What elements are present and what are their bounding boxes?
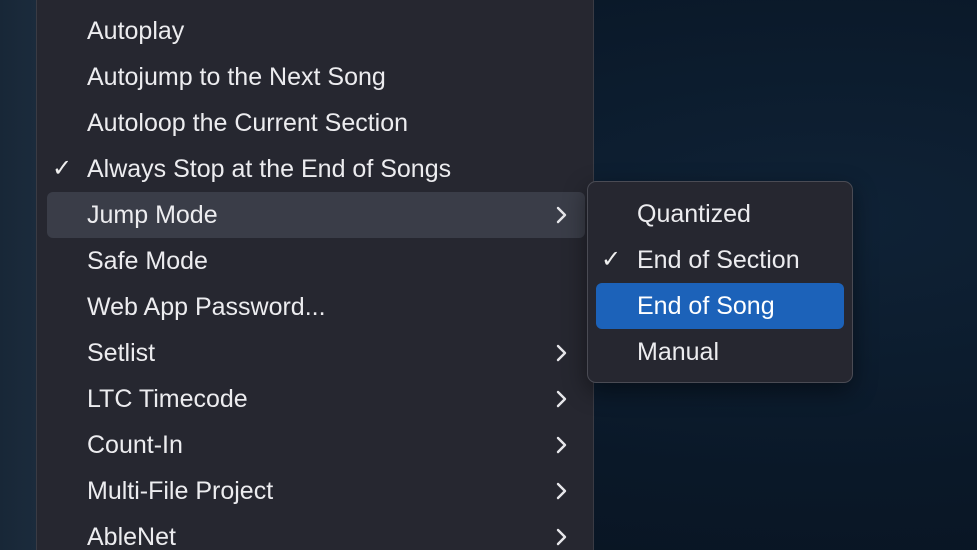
chevron-right-icon xyxy=(551,435,571,455)
checkmark-icon: ✓ xyxy=(601,246,622,273)
menu-item-always-stop-end-of-songs[interactable]: ✓ Always Stop at the End of Songs xyxy=(47,146,585,192)
chevron-right-icon xyxy=(551,389,571,409)
submenu-item-quantized[interactable]: Quantized xyxy=(596,191,844,237)
menu-item-count-in[interactable]: Count-In xyxy=(47,422,585,468)
menu-item-label: Web App Password... xyxy=(87,293,326,321)
chevron-right-icon xyxy=(551,481,571,501)
submenu-item-label: Manual xyxy=(637,338,719,366)
window-edge xyxy=(0,0,36,550)
menu-item-label: Autoplay xyxy=(87,17,185,45)
submenu-item-end-of-section[interactable]: ✓ End of Section xyxy=(596,237,844,283)
menu-item-multi-file-project[interactable]: Multi-File Project xyxy=(47,468,585,514)
menu-item-autoloop-current-section[interactable]: Autoloop the Current Section xyxy=(47,100,585,146)
menu-item-label: Safe Mode xyxy=(87,247,208,275)
menu-item-autoplay[interactable]: Autoplay xyxy=(47,8,585,54)
menu-item-label: LTC Timecode xyxy=(87,385,248,413)
menu-item-label: AbleNet xyxy=(87,523,176,550)
menu-item-label: Autoloop the Current Section xyxy=(87,109,409,137)
submenu-item-label: Quantized xyxy=(637,200,751,228)
menu-item-label: Setlist xyxy=(87,339,156,367)
checkmark-icon: ✓ xyxy=(52,155,73,182)
chevron-right-icon xyxy=(551,205,571,225)
menu-item-ablenet[interactable]: AbleNet xyxy=(47,514,585,550)
menu-item-web-app-password[interactable]: Web App Password... xyxy=(47,284,585,330)
menu-item-jump-mode[interactable]: Jump Mode xyxy=(47,192,585,238)
menu-item-label: Jump Mode xyxy=(87,201,218,229)
main-menu: Autoplay Autojump to the Next Song Autol… xyxy=(36,0,594,550)
submenu-item-manual[interactable]: Manual xyxy=(596,329,844,375)
submenu-item-end-of-song[interactable]: End of Song xyxy=(596,283,844,329)
menu-item-ltc-timecode[interactable]: LTC Timecode xyxy=(47,376,585,422)
menu-item-safe-mode[interactable]: Safe Mode xyxy=(47,238,585,284)
chevron-right-icon xyxy=(551,343,571,363)
menu-item-setlist[interactable]: Setlist xyxy=(47,330,585,376)
chevron-right-icon xyxy=(551,527,571,547)
submenu-item-label: End of Song xyxy=(637,292,775,320)
menu-item-label: Multi-File Project xyxy=(87,477,274,505)
menu-item-label: Count-In xyxy=(87,431,183,459)
menu-item-autojump-next-song[interactable]: Autojump to the Next Song xyxy=(47,54,585,100)
menu-item-label: Autojump to the Next Song xyxy=(87,63,386,91)
menu-item-label: Always Stop at the End of Songs xyxy=(87,155,452,183)
submenu-item-label: End of Section xyxy=(637,246,800,274)
jump-mode-submenu: Quantized ✓ End of Section End of Song M… xyxy=(587,181,853,383)
